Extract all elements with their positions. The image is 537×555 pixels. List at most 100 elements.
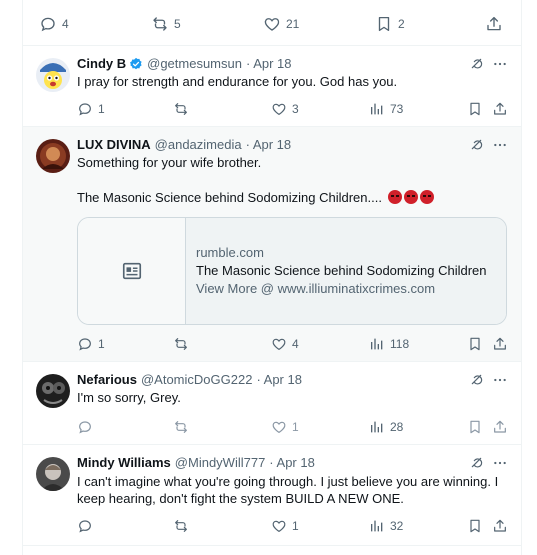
views-button[interactable]: 118	[369, 335, 409, 353]
reply-icon	[77, 101, 93, 117]
views-icon	[369, 419, 385, 435]
repost-button[interactable]	[173, 335, 189, 353]
views-count: 32	[390, 519, 404, 533]
display-name[interactable]: Mindy Williams	[77, 455, 171, 470]
avatar[interactable]	[36, 374, 70, 408]
bookmark-icon	[375, 15, 393, 33]
bookmark-button[interactable]	[467, 517, 483, 535]
display-name[interactable]: LUX DIVINA	[77, 137, 151, 152]
grok-icon	[469, 56, 485, 72]
more-options-button[interactable]	[492, 455, 508, 471]
like-count: 1	[292, 519, 299, 533]
like-button[interactable]: 1	[271, 517, 299, 535]
more-options-button[interactable]	[492, 56, 508, 72]
like-count: 21	[286, 17, 300, 31]
share-button[interactable]	[492, 517, 508, 535]
link-card-description: View More @ www.illiuminatixcrimes.com	[196, 281, 436, 296]
reply-button[interactable]: 4	[39, 15, 69, 33]
post-date[interactable]: · Apr 18	[269, 455, 315, 470]
grok-button[interactable]	[469, 137, 485, 153]
views-button[interactable]: 73	[369, 100, 403, 118]
angry-face-emoji-icon	[387, 190, 402, 204]
post-date[interactable]: · Apr 18	[246, 137, 292, 152]
bookmark-button[interactable]	[467, 100, 483, 118]
grok-button[interactable]	[469, 372, 485, 388]
reply-button[interactable]	[77, 418, 93, 436]
bookmark-icon	[467, 419, 483, 435]
bookmark-count: 2	[398, 17, 405, 31]
reply-icon	[77, 419, 93, 435]
views-button[interactable]: 32	[369, 517, 403, 535]
views-button[interactable]: 28	[369, 418, 403, 436]
post-header: Mindy Williams @MindyWill777 · Apr 18	[77, 455, 315, 470]
reply-icon	[77, 336, 93, 352]
link-card-thumbnail	[78, 218, 186, 324]
more-options-button[interactable]	[492, 372, 508, 388]
like-button[interactable]: 3	[271, 100, 299, 118]
reply-button[interactable]: 1	[77, 335, 105, 353]
like-button[interactable]: 4	[271, 335, 299, 353]
avatar[interactable]	[36, 58, 70, 92]
post-header: LUX DIVINA @andazimedia · Apr 18	[77, 137, 291, 152]
user-handle[interactable]: @MindyWill777	[175, 455, 266, 470]
avatar-image	[36, 139, 70, 173]
bookmark-button[interactable]: 2	[375, 15, 405, 33]
bookmark-button[interactable]	[467, 335, 483, 353]
angry-face-emoji-icon	[403, 190, 418, 204]
like-count: 4	[292, 337, 299, 351]
repost-icon	[173, 101, 189, 117]
views-count: 28	[390, 420, 404, 434]
link-card-title: The Masonic Science behind Sodomizing Ch…	[196, 263, 487, 278]
display-name[interactable]: Nefarious	[77, 372, 137, 387]
previous-post-actions: 4 5 21 2	[23, 0, 521, 46]
action-bar: 1 32	[77, 517, 513, 535]
repost-button[interactable]	[173, 100, 189, 118]
angry-face-emoji-icon	[419, 190, 434, 204]
reply-button[interactable]	[77, 517, 93, 535]
reply-post[interactable]: Cindy B @getmesumsun · Apr 18 I pray for…	[23, 46, 521, 127]
share-button[interactable]	[485, 15, 503, 33]
reply-post[interactable]: Mindy Williams @MindyWill777 · Apr 18 I …	[23, 445, 521, 546]
avatar[interactable]	[36, 457, 70, 491]
display-name[interactable]: Cindy B	[77, 56, 126, 71]
post-date[interactable]: · Apr 18	[256, 372, 302, 387]
user-handle[interactable]: @getmesumsun	[147, 56, 242, 71]
post-text: I pray for strength and endurance for yo…	[77, 74, 398, 89]
repost-button[interactable]	[173, 517, 189, 535]
grok-button[interactable]	[469, 455, 485, 471]
link-card[interactable]: rumble.com The Masonic Science behind So…	[77, 217, 507, 325]
repost-icon	[173, 336, 189, 352]
reply-post[interactable]: LUX DIVINA @andazimedia · Apr 18 Somethi…	[23, 127, 521, 362]
reply-icon	[77, 518, 93, 534]
like-button[interactable]: 1	[271, 418, 299, 436]
user-handle[interactable]: @AtomicDoGG222	[141, 372, 252, 387]
share-icon	[485, 15, 503, 33]
user-handle[interactable]: @andazimedia	[155, 137, 242, 152]
more-icon	[492, 56, 508, 72]
share-button[interactable]	[492, 418, 508, 436]
share-button[interactable]	[492, 335, 508, 353]
more-options-button[interactable]	[492, 137, 508, 153]
repost-button[interactable]	[173, 418, 189, 436]
like-icon	[271, 101, 287, 117]
grok-button[interactable]	[469, 56, 485, 72]
grok-icon	[469, 455, 485, 471]
post-text: I can't imagine what you're going throug…	[77, 474, 499, 506]
like-icon	[271, 336, 287, 352]
repost-icon	[173, 419, 189, 435]
reply-icon	[39, 15, 57, 33]
post-text-line-2-content: The Masonic Science behind Sodomizing Ch…	[77, 190, 382, 205]
repost-button[interactable]: 5	[151, 15, 181, 33]
repost-icon	[151, 15, 169, 33]
avatar[interactable]	[36, 139, 70, 173]
like-button[interactable]: 21	[263, 15, 299, 33]
post-header: Nefarious @AtomicDoGG222 · Apr 18	[77, 372, 302, 387]
reply-button[interactable]: 1	[77, 100, 105, 118]
share-button[interactable]	[492, 100, 508, 118]
views-icon	[369, 518, 385, 534]
reply-post[interactable]: Nefarious @AtomicDoGG222 · Apr 18 I'm so…	[23, 362, 521, 445]
bookmark-button[interactable]	[467, 418, 483, 436]
grok-icon	[469, 137, 485, 153]
post-date[interactable]: · Apr 18	[246, 56, 292, 71]
views-count: 73	[390, 102, 404, 116]
